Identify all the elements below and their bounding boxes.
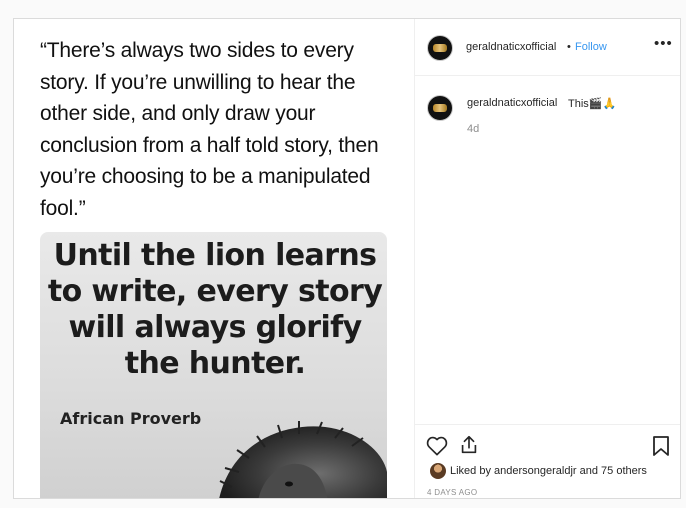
liker-avatar[interactable] bbox=[430, 463, 446, 479]
more-options-icon[interactable]: ••• bbox=[654, 35, 673, 52]
post-quote-text: “There’s always two sides to every story… bbox=[40, 39, 379, 220]
post-header: geraldnaticxofficial • Follow ••• bbox=[415, 19, 680, 76]
meme-text: Until the lion learns to write, every st… bbox=[47, 238, 383, 381]
post-image[interactable]: “There’s always two sides to every story… bbox=[14, 19, 415, 498]
action-bar: Liked by andersongeraldjr and 75 others … bbox=[415, 424, 680, 498]
separator-dot: • bbox=[567, 41, 571, 53]
bookmark-icon[interactable] bbox=[652, 435, 670, 457]
share-icon[interactable] bbox=[458, 434, 480, 456]
comment-text: This🎬🙏 bbox=[568, 98, 617, 110]
meme-credit: African Proverb bbox=[60, 409, 202, 428]
post-sidebar: geraldnaticxofficial • Follow ••• gerald… bbox=[415, 19, 680, 498]
author-avatar[interactable] bbox=[427, 35, 453, 61]
meme-image: Until the lion learns to write, every st… bbox=[40, 232, 387, 498]
liked-by-text[interactable]: Liked by andersongeraldjr and 75 others bbox=[450, 465, 647, 477]
heart-icon[interactable] bbox=[426, 436, 448, 456]
commenter-username[interactable]: geraldnaticxofficial bbox=[467, 97, 557, 109]
follow-button[interactable]: Follow bbox=[575, 41, 607, 53]
instagram-post: “There’s always two sides to every story… bbox=[13, 18, 681, 499]
author-username[interactable]: geraldnaticxofficial bbox=[466, 41, 556, 53]
commenter-avatar[interactable] bbox=[427, 95, 453, 121]
lion-image bbox=[219, 421, 387, 498]
post-timestamp[interactable]: 4 DAYS AGO bbox=[427, 488, 477, 497]
comment-time[interactable]: 4d bbox=[467, 123, 479, 135]
